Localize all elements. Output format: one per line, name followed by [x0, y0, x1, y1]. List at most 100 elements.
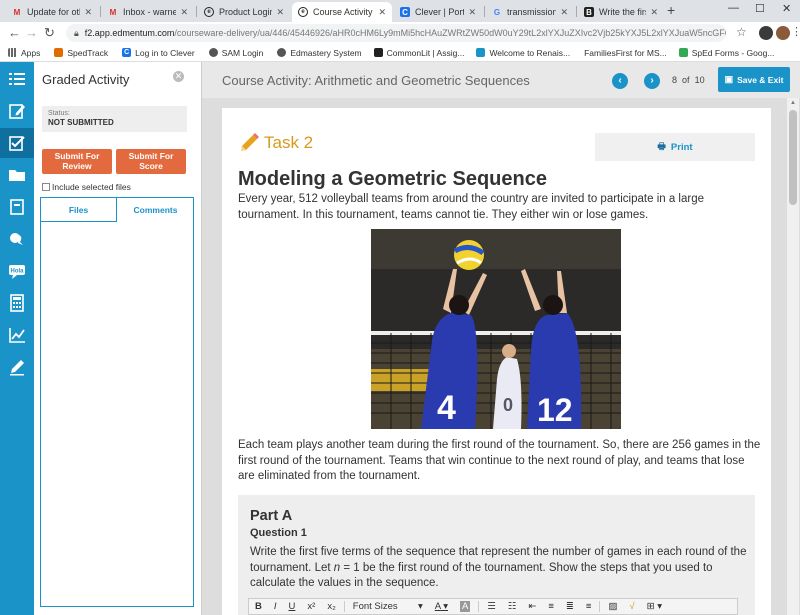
toolbar-divider — [599, 601, 601, 612]
underline-button[interactable]: U — [289, 601, 296, 612]
jersey-number: 0 — [503, 395, 513, 415]
bookmark-familiesfirst[interactable]: FamiliesFirst for MS... — [584, 48, 667, 58]
close-icon[interactable]: ✕ — [173, 71, 184, 82]
scroll-up-icon[interactable]: ▲ — [790, 100, 796, 106]
editor-toolbar: B I U x² x₂ Font Sizes ▾ A ▾ A ☰ ☷ ⇤ ≡ ≣ … — [248, 598, 738, 615]
url-field[interactable]: 🔒︎ f2.app.edmentum.com/courseware-delive… — [66, 24, 726, 42]
lock-icon: 🔒︎ — [74, 27, 79, 38]
font-color-button[interactable]: A ▾ — [435, 601, 448, 612]
table-icon[interactable]: ⊞ ▾ — [647, 601, 662, 612]
highlight-label: A — [462, 601, 469, 612]
sam-icon — [208, 48, 218, 57]
speech-icon[interactable] — [0, 224, 34, 254]
bold-button[interactable]: B — [255, 601, 262, 612]
include-files-checkbox[interactable] — [42, 183, 50, 191]
align-left-icon[interactable]: ≡ — [548, 601, 554, 612]
close-tab-icon[interactable]: ✕ — [180, 7, 188, 18]
profile-avatar[interactable] — [776, 26, 790, 40]
print-button[interactable]: 🖶︎ Print — [595, 133, 755, 161]
edit-icon[interactable] — [0, 96, 34, 126]
tab-comments[interactable]: Comments — [117, 198, 194, 222]
back-icon[interactable]: ← — [8, 25, 21, 40]
bookmark-edmastery[interactable]: Edmastery System — [277, 48, 362, 58]
maximize-icon[interactable]: ☐ — [755, 2, 765, 15]
hola-icon[interactable]: Hola — [0, 256, 34, 286]
image-icon[interactable]: ▨ — [608, 601, 617, 612]
minimize-icon[interactable]: — — [728, 2, 739, 14]
chevron-down-icon: ▾ — [417, 601, 423, 612]
bookmark-spedtrack[interactable]: SpedTrack — [54, 48, 108, 58]
page-total: 10 — [694, 75, 705, 85]
browser-menu-icon[interactable]: ⋮ — [791, 25, 800, 38]
browser-tab-label: transmission of — [507, 7, 557, 17]
close-tab-icon[interactable]: ✕ — [468, 7, 476, 18]
graph-icon[interactable] — [0, 320, 34, 350]
browser-tab-4-active[interactable]: e Course Activity ✕ — [292, 2, 392, 22]
highlight-button[interactable]: A — [460, 601, 471, 612]
brainly-icon: B — [584, 7, 594, 17]
browser-tab-strip: M Update for othe ✕ M Inbox - warnerp ✕ … — [0, 0, 800, 22]
pen-icon[interactable] — [0, 352, 34, 382]
subscript-button[interactable]: x₂ — [327, 601, 335, 612]
bookmark-sam[interactable]: SAM Login — [208, 48, 263, 58]
checklist-icon[interactable] — [0, 128, 34, 158]
include-files-option[interactable]: Include selected files — [42, 182, 131, 192]
browser-tab-1[interactable]: M Update for othe ✕ — [6, 2, 98, 22]
tab-files[interactable]: Files — [41, 198, 117, 222]
browser-tab-6[interactable]: G transmission of ✕ — [486, 2, 574, 22]
italic-button[interactable]: I — [274, 601, 277, 612]
bookmark-apps[interactable]: Apps — [8, 48, 40, 58]
close-tab-icon[interactable]: ✕ — [378, 7, 386, 18]
close-tab-icon[interactable]: ✕ — [560, 7, 568, 18]
address-bar-row: ← → ↻ 🔒︎ f2.app.edmentum.com/courseware-… — [0, 22, 800, 44]
gmail-icon: M — [13, 7, 21, 17]
folder-icon[interactable] — [0, 160, 34, 190]
new-tab-icon[interactable]: + — [667, 2, 675, 18]
bullet-list-icon[interactable]: ☰ — [487, 601, 496, 612]
browser-tab-7[interactable]: B Write the first f ✕ — [578, 2, 664, 22]
numbered-list-icon[interactable]: ☷ — [508, 601, 517, 612]
extension-icon[interactable] — [759, 26, 773, 40]
calculator-icon[interactable] — [0, 288, 34, 318]
graded-activity-panel: Graded Activity ✕ Status: NOT SUBMITTED … — [34, 62, 202, 615]
previous-page-button[interactable]: ‹ — [612, 73, 628, 89]
scrollbar-thumb[interactable] — [789, 110, 797, 205]
bookmark-label: CommonLit | Assig... — [386, 47, 465, 58]
clever-icon: C — [400, 7, 410, 17]
submit-for-review-button[interactable]: Submit For Review — [42, 149, 112, 174]
google-drive-icon — [678, 48, 688, 57]
browser-tab-2[interactable]: M Inbox - warnerp ✕ — [102, 2, 194, 22]
font-size-select[interactable]: Font Sizes ▾ — [353, 601, 423, 612]
window-close-icon[interactable]: ✕ — [782, 2, 791, 15]
page-current: 8 — [672, 75, 678, 85]
bookmark-renaissance[interactable]: Welcome to Renais... — [476, 48, 570, 58]
bookmark-label: Apps — [21, 47, 41, 58]
close-tab-icon[interactable]: ✕ — [650, 7, 658, 18]
forward-icon[interactable]: → — [25, 25, 38, 40]
equation-icon[interactable]: √ — [629, 601, 634, 612]
book-icon[interactable] — [0, 192, 34, 222]
list-icon[interactable] — [0, 64, 34, 94]
close-tab-icon[interactable]: ✕ — [276, 7, 284, 18]
bookmark-label: Log in to Clever — [135, 47, 195, 58]
renaissance-icon — [476, 48, 486, 57]
align-center-icon[interactable]: ≣ — [566, 601, 574, 612]
align-right-icon[interactable]: ≡ — [586, 601, 592, 612]
bookmark-star-icon[interactable]: ☆ — [736, 25, 747, 39]
close-tab-icon[interactable]: ✕ — [84, 7, 92, 18]
bookmark-sped-forms[interactable]: SpEd Forms - Goog... — [678, 48, 774, 58]
browser-tab-5[interactable]: C Clever | Portal ✕ — [394, 2, 482, 22]
bookmark-clever[interactable]: C Log in to Clever — [122, 48, 195, 58]
save-and-exit-button[interactable]: ▣ Save & Exit — [718, 67, 790, 92]
superscript-button[interactable]: x² — [307, 601, 315, 612]
print-label: Print — [670, 141, 693, 153]
reload-icon[interactable]: ↻ — [44, 25, 55, 41]
browser-tab-label: Inbox - warnerp — [123, 7, 177, 17]
submit-for-score-button[interactable]: Submit For Score — [116, 149, 186, 174]
browser-tab-3[interactable]: e Product Login | ✕ — [198, 2, 290, 22]
page-of: of — [682, 75, 690, 85]
next-page-button[interactable]: › — [644, 73, 660, 89]
bookmark-commonlit[interactable]: CommonLit | Assig... — [373, 47, 465, 58]
outdent-icon[interactable]: ⇤ — [528, 601, 536, 612]
toolbar-divider — [478, 601, 480, 612]
